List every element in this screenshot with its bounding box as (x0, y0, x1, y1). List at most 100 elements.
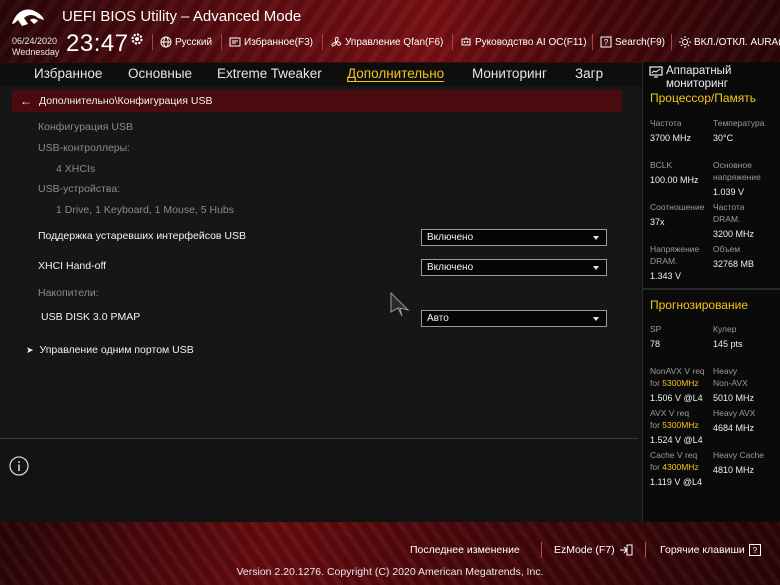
chevron-down-icon (593, 266, 599, 270)
footer-bar: Последнее изменение EzMode (F7) Горячие … (0, 522, 780, 585)
nonavx-freq-line: for 5300MHz (650, 377, 699, 389)
last-change-label: Последнее изменение (410, 544, 520, 556)
tab-advanced[interactable]: Дополнительно (347, 66, 444, 81)
aura-icon (679, 36, 691, 48)
xhci-handoff-value: Включено (427, 262, 474, 273)
temp-value: 30°C (713, 133, 734, 143)
hotkeys-button[interactable]: Горячие клавиши ? (660, 544, 761, 556)
settings-panel: ← Дополнительно\Конфигурация USB Конфигу… (0, 86, 638, 438)
usb-controllers-label: USB-контроллеры: (38, 142, 131, 154)
hardware-monitor-panel: Аппаратный мониторинг Процессор/Память Ч… (642, 62, 780, 522)
freq-label: Частота (650, 118, 682, 128)
header-separator (221, 34, 222, 50)
avx-for: for (650, 420, 660, 430)
avx-label: AVX V req (650, 408, 690, 418)
search-icon: ? (600, 36, 612, 48)
heavy-avx-label: Heavy AVX (713, 408, 756, 418)
xhci-handoff-label: XHCI Hand-off (38, 260, 107, 272)
header-bar: UEFI BIOS Utility – Advanced Mode 06/24/… (0, 0, 780, 62)
sp-value: 78 (650, 339, 661, 349)
panel-separator (643, 288, 780, 290)
cache-for: for (650, 462, 660, 472)
qfan-button[interactable]: Управление Qfan(F6) (330, 36, 443, 48)
ai-oc-label: Руководство AI OC(F11) (475, 36, 587, 48)
bclk-value: 100.00 MHz (650, 175, 699, 185)
temp-label: Температура (713, 118, 765, 128)
version-text: Version 2.20.1276. Copyright (C) 2020 Am… (236, 566, 544, 578)
mouse-cursor-icon (390, 292, 410, 317)
ezmode-icon (619, 544, 633, 556)
language-button[interactable]: Русский (160, 36, 212, 48)
usb-disk-value: Авто (427, 313, 449, 324)
header-separator (592, 34, 593, 50)
aura-button[interactable]: ВКЛ./ОТКЛ. AURA( (679, 36, 780, 48)
storage-label: Накопители: (38, 287, 99, 299)
bclk-label: BCLK (650, 160, 673, 170)
dram-voltage-label-1: Напряжение (650, 244, 700, 254)
legacy-usb-label: Поддержка устаревших интерфейсов USB (38, 230, 246, 242)
date-display: 06/24/2020 Wednesday (12, 36, 59, 58)
legacy-usb-value: Включено (427, 232, 474, 243)
panel-title: Аппаратный мониторинг (666, 65, 732, 90)
search-button[interactable]: ? Search(F9) (600, 36, 665, 48)
legacy-usb-select[interactable]: Включено (421, 229, 607, 246)
hotkeys-icon: ? (748, 544, 761, 556)
tab-boot[interactable]: Загр (575, 66, 603, 81)
favorites-button[interactable]: Избранное(F3) (229, 36, 313, 48)
avx-value: 1.524 V @L4 (650, 435, 703, 445)
tab-monitor[interactable]: Мониторинг (472, 66, 547, 81)
tab-main[interactable]: Основные (128, 66, 192, 81)
header-separator (452, 34, 453, 50)
last-change-button[interactable]: Последнее изменение (410, 544, 520, 556)
ezmode-button[interactable]: EzMode (F7) (554, 544, 633, 556)
cooler-value: 145 pts (713, 339, 743, 349)
tab-favorites[interactable]: Избранное (34, 66, 102, 81)
heavy-nonavx-value: 5010 MHz (713, 393, 755, 403)
gear-icon[interactable] (130, 32, 144, 46)
xhci-handoff-select[interactable]: Включено (421, 259, 607, 276)
cache-label: Cache V req (650, 450, 698, 460)
core-voltage-label-2: напряжение (713, 172, 761, 182)
usb-devices-label: USB-устройства: (38, 183, 121, 195)
clock[interactable]: 23:47 (66, 30, 129, 58)
dram-freq-label-1: Частота (713, 202, 745, 212)
avx-freq: 5300MHz (662, 420, 699, 430)
cache-freq: 4300MHz (662, 462, 699, 472)
ai-oc-button[interactable]: Руководство AI OC(F11) (460, 36, 587, 48)
core-voltage-label-1: Основное (713, 160, 752, 170)
heavy-nonavx-label-2: Non-AVX (713, 378, 748, 388)
back-arrow-icon[interactable]: ← (20, 94, 32, 108)
capacity-value: 32768 MB (713, 259, 755, 269)
svg-text:?: ? (604, 38, 609, 47)
usb-port-control-label: Управление одним портом USB (39, 344, 194, 356)
ratio-value: 37x (650, 217, 665, 227)
chevron-down-icon (593, 236, 599, 240)
favorites-icon (229, 37, 241, 47)
breadcrumb[interactable]: ← Дополнительно\Конфигурация USB (12, 90, 622, 112)
usb-controllers-value: 4 XHCIs (56, 163, 96, 175)
usb-disk-label: USB DISK 3.0 PMAP (41, 311, 141, 323)
hotkeys-label: Горячие клавиши (660, 544, 745, 556)
header-separator (322, 34, 323, 50)
chevron-down-icon (593, 317, 599, 321)
sp-label: SP (650, 324, 662, 334)
dram-voltage-label-2: DRAM. (650, 256, 678, 266)
dram-voltage-value: 1.343 V (650, 271, 682, 281)
nonavx-freq: 5300MHz (662, 378, 699, 388)
ratio-label: Соотношение (650, 202, 705, 212)
nonavx-for: for (650, 378, 660, 388)
header-separator (152, 34, 153, 50)
day-text: Wednesday (12, 47, 60, 57)
cache-value: 1.119 V @L4 (650, 477, 703, 487)
tab-extreme-tweaker[interactable]: Extreme Tweaker (217, 66, 322, 81)
language-label: Русский (175, 36, 213, 48)
cooler-label: Кулер (713, 324, 737, 334)
fan-icon (331, 36, 342, 47)
footer-separator (645, 542, 646, 558)
capacity-label: Объем (713, 244, 741, 254)
section-title: Конфигурация USB (38, 121, 133, 133)
cache-freq-line: for 4300MHz (650, 461, 699, 473)
usb-disk-select[interactable]: Авто (421, 310, 607, 327)
usb-port-control-link[interactable]: ➤ Управление одним портом USB (26, 344, 194, 356)
search-label: Search(F9) (615, 36, 666, 48)
